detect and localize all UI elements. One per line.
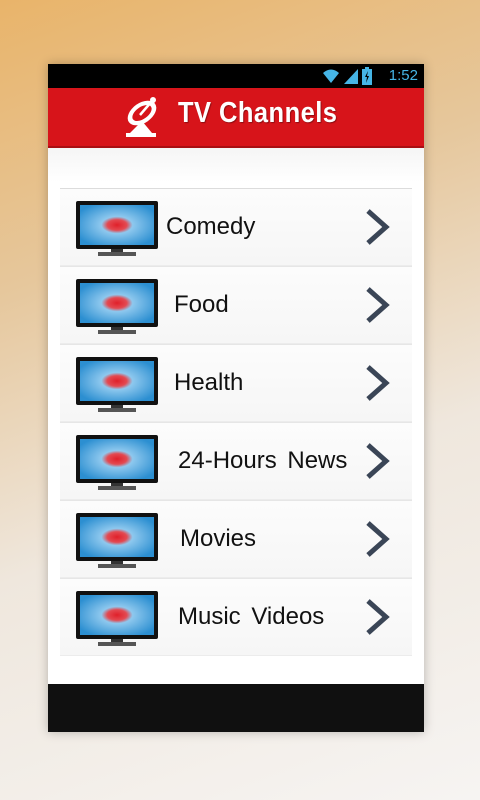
list-header-band [48,148,424,182]
channel-list-area: Comedy Food Health 24-Hours News Movies … [48,148,424,684]
chevron-right-icon [366,443,390,479]
channel-item-health[interactable]: Health [60,344,412,422]
satellite-dish-icon [126,97,157,137]
app-title: TV Channels [178,97,338,129]
channel-item-music-videos[interactable]: Music Videos [60,578,412,656]
channel-label: Music Videos [178,603,325,630]
channel-label: Health [174,369,244,396]
channel-label: 24-Hours News [178,447,348,474]
channel-item-24-hours-news[interactable]: 24-Hours News [60,422,412,500]
channel-label: Food [174,291,229,318]
channel-list: Comedy Food Health 24-Hours News Movies … [60,188,412,656]
tv-icon [76,591,158,646]
bottom-bar [48,684,424,732]
chevron-right-icon [366,209,390,245]
chevron-right-icon [366,365,390,401]
tv-icon [76,201,158,256]
channel-item-comedy[interactable]: Comedy [60,188,412,266]
status-time: 1:52 [388,67,418,84]
chevron-right-icon [366,521,390,557]
chevron-right-icon [366,287,390,323]
phone-screen: 1:52 TV Channels Comedy Food Health 24-H… [48,64,424,732]
chevron-right-icon [366,599,390,635]
status-icons [322,67,372,85]
channel-item-movies[interactable]: Movies [60,500,412,578]
app-bar: TV Channels [48,88,424,148]
status-bar: 1:52 [48,64,424,88]
signal-icon [344,69,358,84]
tv-icon [76,357,158,412]
channel-label: Movies [180,525,257,552]
battery-icon [362,67,372,85]
wifi-icon [323,69,339,83]
tv-icon [76,435,158,490]
tv-icon [76,513,158,568]
channel-label: Comedy [166,213,256,240]
channel-item-food[interactable]: Food [60,266,412,344]
tv-icon [76,279,158,334]
